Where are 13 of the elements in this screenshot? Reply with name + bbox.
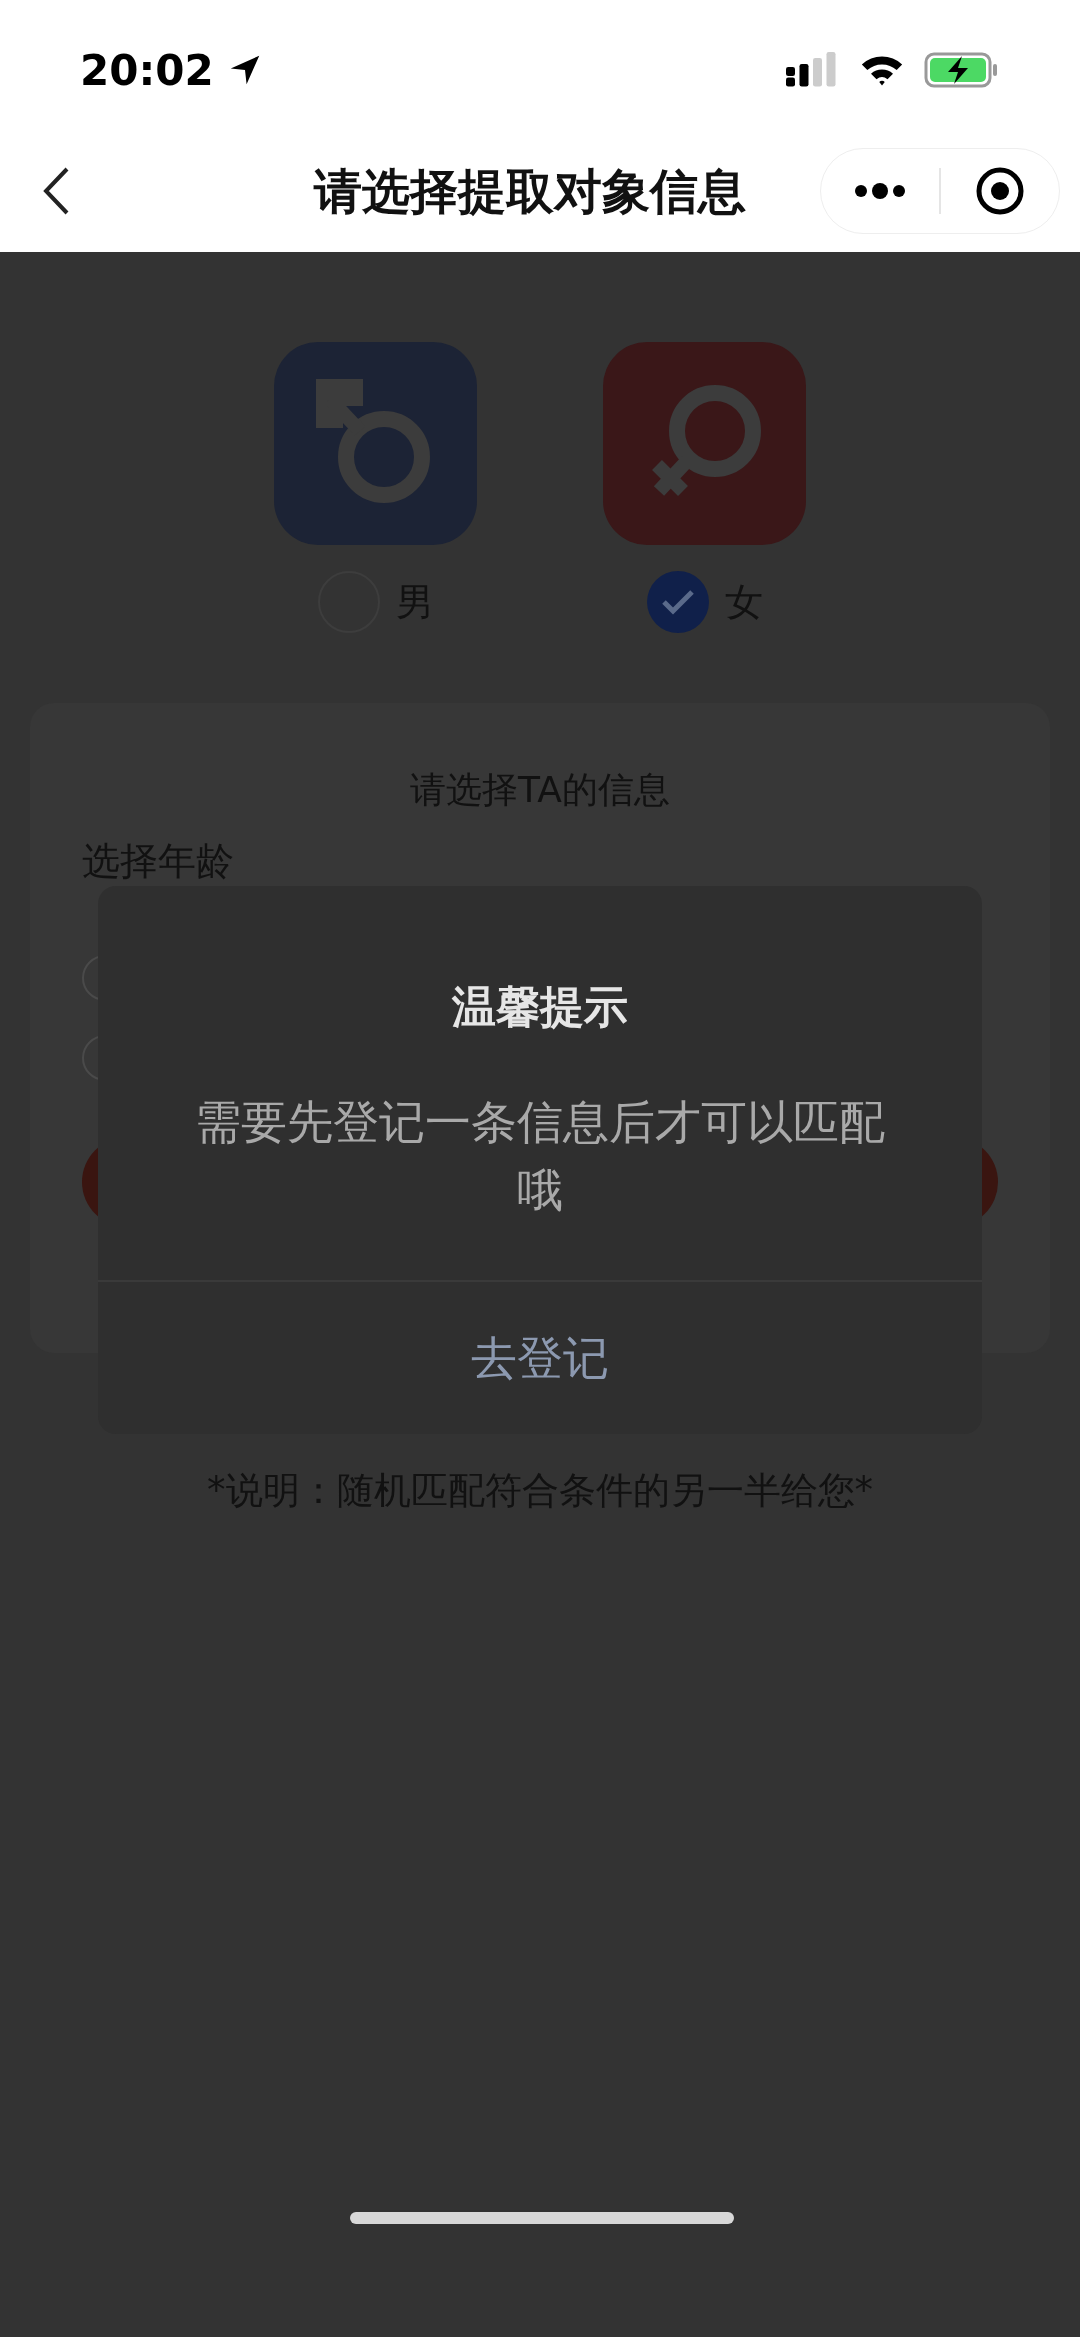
wifi-icon <box>860 53 904 87</box>
dialog-message: 需要先登记一条信息后才可以匹配哦 <box>194 1094 886 1219</box>
status-time: 20:02 <box>80 44 214 97</box>
page-title: 请选择提取对象信息 <box>314 162 746 221</box>
dialog-title: 温馨提示 <box>452 980 628 1034</box>
battery-charging-icon <box>924 52 1000 88</box>
gender-tile[interactable] <box>274 342 477 545</box>
chevron-left-icon <box>41 166 71 216</box>
target-icon <box>975 166 1025 216</box>
check-icon <box>660 589 695 615</box>
more-dots-icon <box>853 183 907 199</box>
gender-tile[interactable] <box>603 342 806 545</box>
register-button[interactable]: 去登记 <box>98 1282 982 1434</box>
